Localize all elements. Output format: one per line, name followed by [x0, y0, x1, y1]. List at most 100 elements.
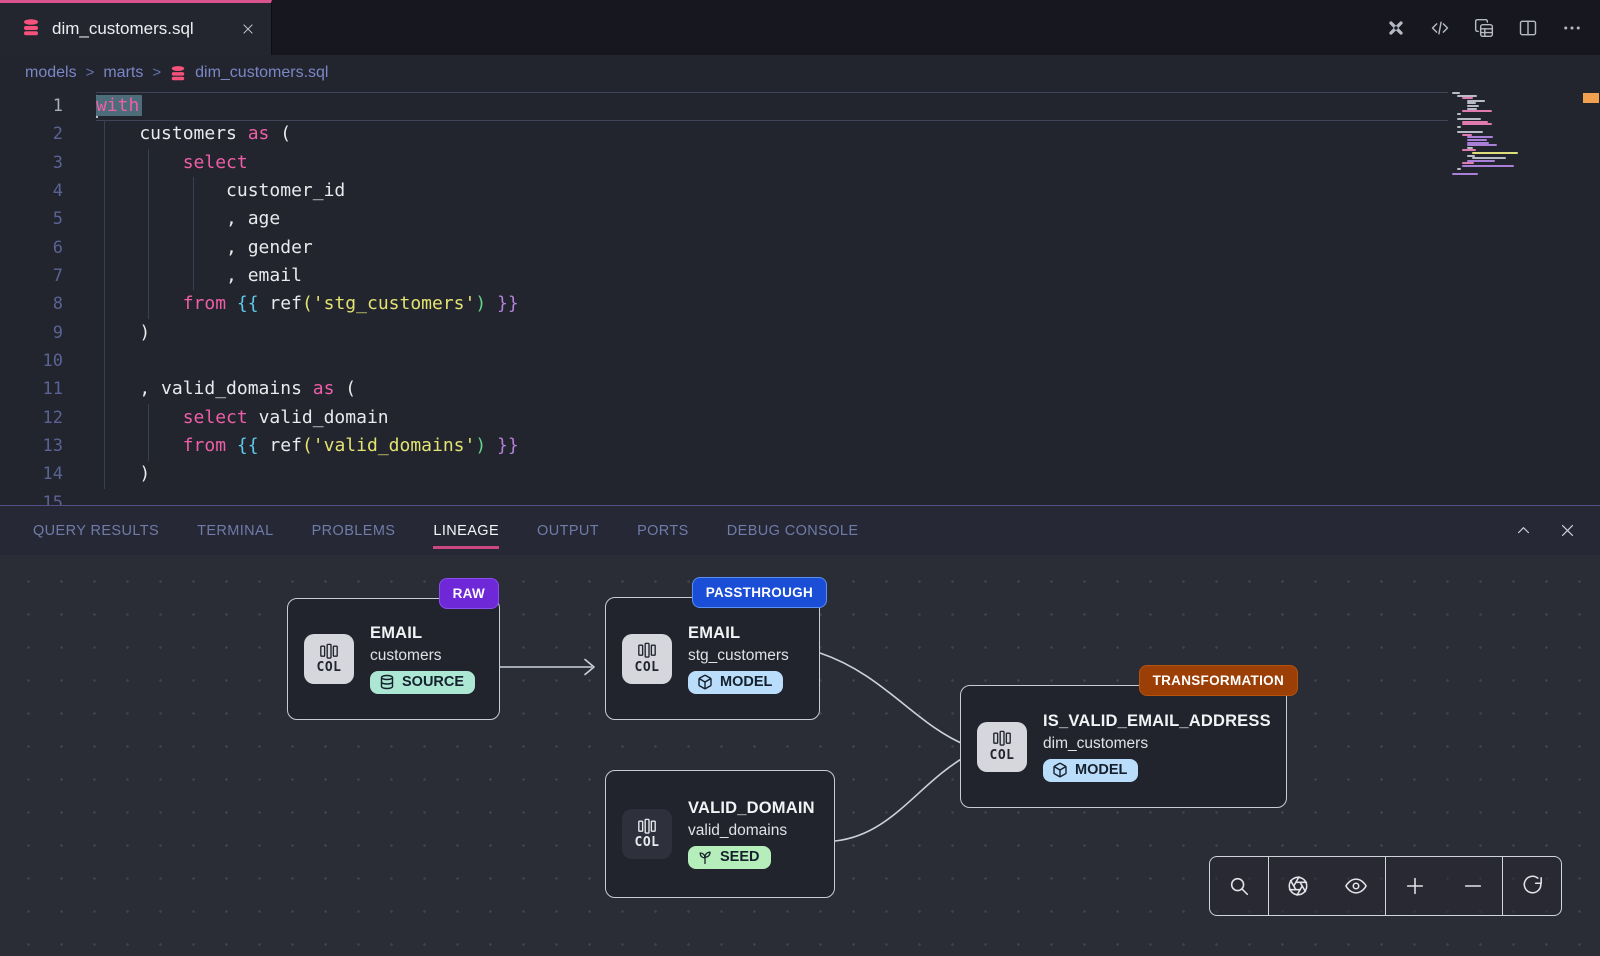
close-panel-icon[interactable]: [1559, 522, 1576, 539]
breadcrumb-item-marts[interactable]: marts: [103, 64, 143, 82]
minimap-line: [1457, 131, 1483, 133]
minus-icon: [1462, 875, 1484, 897]
tab-bar: dim_customers.sql: [0, 0, 1600, 55]
refresh-icon: [1521, 875, 1543, 897]
code-editor[interactable]: 123456789101112131415 with customers as …: [0, 90, 1600, 505]
visibility-button[interactable]: [1327, 875, 1385, 897]
line-number: 13: [0, 432, 96, 460]
copy-table-icon[interactable]: [1474, 18, 1494, 38]
pinwheel-icon: [1386, 18, 1406, 38]
node-model-name: stg_customers: [688, 647, 789, 665]
code-view-icon[interactable]: [1430, 18, 1450, 38]
node-column-name: EMAIL: [370, 624, 475, 643]
lineage-node-stg_customers[interactable]: PASSTHROUGHCOLEMAILstg_customersMODEL: [605, 597, 820, 720]
indent-guide: [148, 404, 149, 461]
node-model-name: dim_customers: [1043, 735, 1270, 753]
more-actions-icon[interactable]: [1562, 18, 1582, 38]
split-editor-icon[interactable]: [1518, 18, 1538, 38]
breadcrumb-separator: >: [152, 64, 161, 81]
breadcrumb-label: dim_customers.sql: [195, 64, 328, 82]
eye-icon: [1345, 875, 1367, 897]
toolbar-segment: [1268, 857, 1385, 915]
toolbar-segment: [1502, 857, 1561, 915]
refresh-button[interactable]: [1503, 875, 1561, 897]
lineage-node-dim_customers[interactable]: TRANSFORMATIONCOLIS_VALID_EMAIL_ADDRESSd…: [960, 685, 1287, 808]
minimap-line: [1462, 123, 1492, 125]
transformation-badge: TRANSFORMATION: [1139, 665, 1298, 696]
lineage-canvas[interactable]: RAWCOLEMAILcustomersSOURCEPASSTHROUGHCOL…: [0, 555, 1600, 956]
line-number: 10: [0, 347, 96, 375]
panel-tab-terminal[interactable]: TERMINAL: [197, 523, 274, 539]
panel-tab-bar: QUERY RESULTS TERMINAL PROBLEMS LINEAGE OUTP…: [0, 505, 1600, 555]
code-line-8: from {{ ref('stg_customers') }}: [96, 290, 1600, 318]
column-chip-label: COL: [317, 660, 342, 675]
minimap-line: [1472, 152, 1518, 154]
breadcrumb-item-dim_customers-sql[interactable]: dim_customers.sql: [170, 64, 328, 82]
minimap[interactable]: [1452, 92, 1532, 176]
lineage-node-valid_domains[interactable]: COLVALID_DOMAINvalid_domainsSEED: [605, 770, 835, 898]
zoom-out-button[interactable]: [1444, 875, 1502, 897]
code-line-4: customer_id: [96, 177, 1600, 205]
breadcrumb-item-models[interactable]: models: [25, 64, 77, 82]
app-window: dim_customers.sql models > marts > dim_custo…: [0, 0, 1600, 956]
column-chip: COL: [622, 809, 672, 859]
line-number: 7: [0, 262, 96, 290]
panel-tab-output[interactable]: OUTPUT: [537, 523, 599, 539]
line-number: 8: [0, 290, 96, 318]
pinwheel-icon[interactable]: [1386, 18, 1406, 38]
line-number: 6: [0, 234, 96, 262]
panel-tab-ports[interactable]: PORTS: [637, 523, 689, 539]
code-line-2: customers as (: [96, 120, 1600, 148]
line-number: 4: [0, 177, 96, 205]
minimap-line: [1467, 105, 1479, 107]
close-icon[interactable]: [241, 22, 255, 36]
minimap-line: [1467, 139, 1487, 141]
aperture-icon: [1287, 875, 1309, 897]
tab-title: dim_customers.sql: [52, 19, 229, 39]
indent-guide: [104, 120, 105, 489]
database-icon: [170, 65, 186, 81]
maximize-panel-icon[interactable]: [1515, 522, 1532, 539]
model-tag: MODEL: [688, 671, 783, 694]
minimap-line: [1452, 92, 1460, 94]
minimap-line: [1457, 118, 1481, 120]
cube-icon: [697, 674, 713, 690]
minimap-line: [1457, 113, 1461, 115]
source-tag: SOURCE: [370, 671, 475, 694]
screenshot-button[interactable]: [1269, 875, 1327, 897]
panel-tab-lineage[interactable]: LINEAGE: [433, 523, 499, 539]
code-line-14: ): [96, 460, 1600, 488]
seedling-icon: [697, 849, 713, 865]
panel-tab-debug-console[interactable]: DEBUG CONSOLE: [727, 523, 859, 539]
minimap-line: [1457, 126, 1461, 128]
line-number: 9: [0, 319, 96, 347]
zoom-in-button[interactable]: [1386, 875, 1444, 897]
line-number: 15: [0, 489, 96, 505]
code-line-12: select valid_domain: [96, 404, 1600, 432]
line-number: 5: [0, 205, 96, 233]
code-line-9: ): [96, 319, 1600, 347]
breadcrumb-separator: >: [86, 64, 95, 81]
column-chip: COL: [304, 634, 354, 684]
column-chip-label: COL: [635, 835, 660, 850]
line-number: 11: [0, 375, 96, 403]
copy-table-icon: [1474, 18, 1494, 38]
panel-tab-problems[interactable]: PROBLEMS: [312, 523, 396, 539]
lineage-node-customers[interactable]: RAWCOLEMAILcustomersSOURCE: [287, 598, 500, 720]
editor-tab[interactable]: dim_customers.sql: [0, 0, 272, 55]
code-line-13: from {{ ref('valid_domains') }}: [96, 432, 1600, 460]
zoom-search-button[interactable]: [1210, 875, 1268, 897]
code-line-10: [96, 347, 1600, 375]
code-line-5: , age: [96, 205, 1600, 233]
code-area[interactable]: with customers as ( select customer_id ,…: [96, 90, 1600, 505]
node-model-name: customers: [370, 647, 475, 665]
breadcrumb-label: marts: [103, 64, 143, 82]
node-column-name: VALID_DOMAIN: [688, 799, 815, 818]
line-number: 3: [0, 149, 96, 177]
node-column-name: EMAIL: [688, 624, 789, 643]
panel-tab-query-results[interactable]: QUERY RESULTS: [33, 523, 159, 539]
cube-icon: [1052, 762, 1068, 778]
code-line-15: [96, 489, 1600, 505]
columns-icon: [637, 642, 657, 658]
line-number: 1: [0, 92, 96, 120]
